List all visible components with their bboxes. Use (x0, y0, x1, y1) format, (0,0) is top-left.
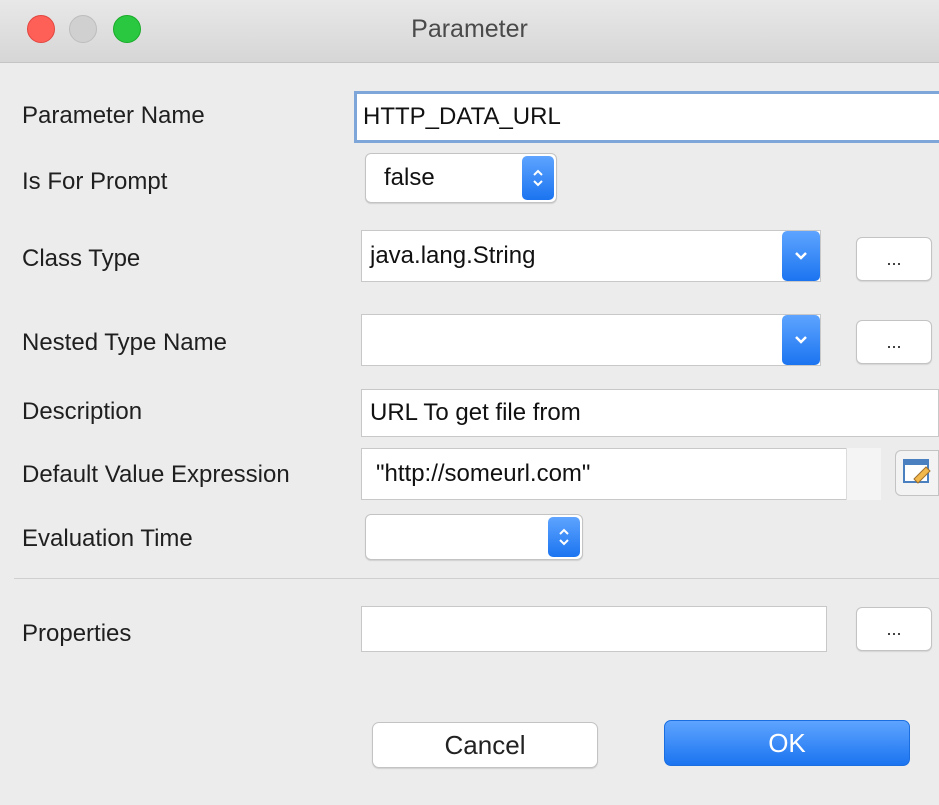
properties-more-button[interactable]: ... (856, 607, 932, 651)
evaluation-time-label: Evaluation Time (22, 525, 193, 552)
class-type-more-button[interactable]: ... (856, 237, 932, 281)
default-value-expression-input[interactable]: "http://someurl.com" (361, 448, 881, 500)
description-value: URL To get file from (370, 399, 581, 426)
description-input[interactable]: URL To get file from (361, 389, 939, 437)
chevron-down-icon[interactable] (782, 315, 820, 365)
description-label: Description (22, 398, 143, 425)
updown-chevron-icon (522, 156, 554, 200)
properties-label: Properties (22, 620, 132, 647)
is-for-prompt-label: Is For Prompt (22, 168, 168, 195)
properties-input[interactable] (361, 606, 827, 652)
chevron-down-icon[interactable] (782, 231, 820, 281)
nested-type-name-label: Nested Type Name (22, 329, 227, 356)
section-divider (14, 578, 939, 579)
ok-button[interactable]: OK (664, 720, 910, 766)
title-bar: Parameter (0, 0, 939, 63)
edit-pencil-icon (902, 457, 932, 490)
parameter-name-input[interactable]: HTTP_DATA_URL (354, 91, 939, 143)
is-for-prompt-value: false (384, 164, 435, 191)
cancel-button[interactable]: Cancel (372, 722, 598, 768)
default-value-expression-value: "http://someurl.com" (376, 460, 591, 487)
parameter-name-value: HTTP_DATA_URL (363, 103, 561, 130)
edit-expression-button[interactable] (895, 450, 939, 496)
updown-chevron-icon (548, 517, 580, 557)
evaluation-time-select[interactable] (365, 514, 583, 560)
expression-field-divider (846, 448, 881, 500)
window-title: Parameter (411, 15, 528, 43)
nested-type-name-combo[interactable] (361, 314, 821, 366)
class-type-value: java.lang.String (370, 242, 536, 269)
nested-type-more-button[interactable]: ... (856, 320, 932, 364)
class-type-label: Class Type (22, 245, 141, 272)
class-type-combo[interactable]: java.lang.String (361, 230, 821, 282)
parameter-name-label: Parameter Name (22, 102, 205, 129)
is-for-prompt-select[interactable]: false (365, 153, 557, 203)
default-value-expression-label: Default Value Expression (22, 461, 290, 488)
